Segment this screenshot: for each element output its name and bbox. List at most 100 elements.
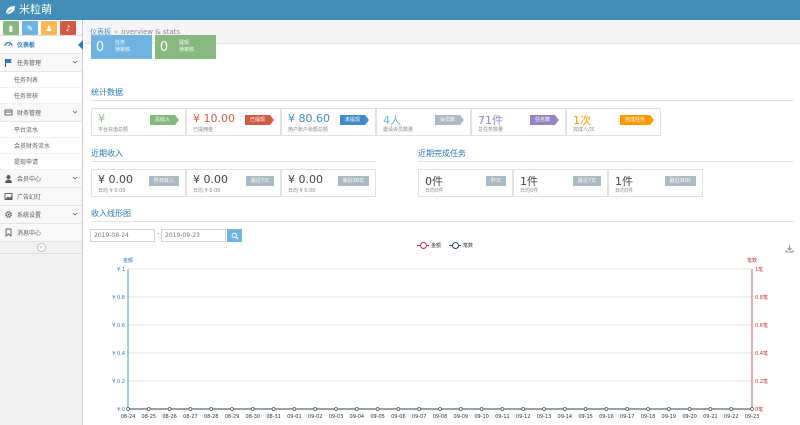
stat-label: 用户账户余额总额 [288, 127, 329, 133]
x-tick-label: 09-17 [620, 414, 635, 420]
data-point [729, 407, 733, 411]
x-tick-label: 09-07 [412, 414, 427, 420]
legend-item[interactable]: 笔数 [449, 242, 473, 249]
y-right-tick-label: 0.4笔 [755, 350, 768, 357]
search-button[interactable] [227, 229, 242, 242]
sidebar-item-tasks[interactable]: 任务管理 [0, 54, 82, 72]
tasks-section-title: 近期完成任务 [418, 149, 466, 158]
shortcut-group-button[interactable]: ♟ [41, 21, 57, 35]
data-point [750, 407, 754, 411]
chevron-down-icon [72, 110, 78, 114]
group-icon: ♟ [45, 23, 53, 33]
shortcut-edit-button[interactable]: ✎ [22, 21, 38, 35]
stat-tag: 会员数 [434, 115, 464, 125]
shortcut-settings-button[interactable]: ♪ [60, 21, 76, 35]
stat-label: 日均0件 [425, 188, 444, 194]
stat-value: ¥ 0.00 [288, 173, 323, 186]
stat-card: ¥ 0.00 日均 ¥ 0.00 最近30日 [281, 169, 376, 197]
sidebar-nav: 仪表板 任务管理 任务列表 任务审核 财务管理 平台流水 会员财务流水 提现申请… [0, 36, 83, 242]
sidebar-item-label: 任务列表 [14, 77, 39, 84]
shortcut-chart-button[interactable]: ▮ [3, 21, 19, 35]
stat-label: 日均 ¥ 0.00 [193, 188, 221, 194]
sidebar-item-dashboard[interactable]: 仪表板 [0, 36, 83, 54]
tag-arrow [270, 115, 274, 125]
data-point [708, 407, 713, 411]
x-tick-label: 08-28 [204, 414, 219, 420]
data-point [396, 407, 401, 411]
data-point [417, 407, 421, 411]
stat-value: ¥ [98, 112, 105, 125]
stat-tag: 未提现 [339, 115, 369, 125]
sidebar-item-ads[interactable]: 广告幻灯 [0, 188, 82, 206]
chart-legend: 金额 笔数 [417, 242, 473, 249]
data-point [687, 407, 692, 411]
end-date-input[interactable]: 2019-09-23 [161, 229, 226, 242]
y-left-tick-label: ¥ 0.6 [112, 323, 125, 329]
brand[interactable]: 米粒萌 [4, 2, 52, 18]
top-navbar: 米粒萌 [0, 0, 800, 20]
sidebar-item-label: 广告幻灯 [17, 194, 42, 201]
chart-icon: ▮ [8, 23, 14, 33]
chevron-down-icon [72, 212, 78, 216]
legend-item[interactable]: 金额 [417, 242, 441, 249]
flag-icon [4, 58, 13, 67]
sidebar-item-members[interactable]: 会员中心 [0, 170, 82, 188]
data-point [292, 407, 297, 411]
stat-tag: 最近7日 [245, 176, 274, 186]
x-tick-label: 09-05 [370, 414, 385, 420]
data-point [188, 407, 193, 411]
picture-icon [4, 192, 13, 201]
x-tick-label: 08-24 [121, 414, 136, 420]
x-tick-label: 08-26 [162, 414, 177, 420]
chart-section-title: 收入线形图 [91, 209, 131, 218]
collapse-sidebar-button[interactable]: « [36, 243, 46, 252]
sidebar-item-withdraw[interactable]: 提现申请 [0, 154, 82, 170]
gear-icon [4, 210, 13, 219]
search-icon [231, 232, 239, 240]
start-date-input[interactable]: 2019-08-24 [90, 229, 155, 242]
data-point [126, 407, 130, 411]
sidebar-item-settings[interactable]: 系统设置 [0, 206, 82, 224]
sidebar-item-label: 会员中心 [17, 176, 42, 183]
stat-card: 71件 总任务数量 任务数 [471, 108, 566, 136]
x-tick-label: 09-08 [433, 414, 448, 420]
sidebar-item-messages[interactable]: 消息中心 [0, 224, 82, 242]
sidebar-item-task-review[interactable]: 任务审核 [0, 88, 82, 104]
y-left-axis-title: 金额 [123, 257, 133, 264]
stat-tag: 昨日收入 [148, 176, 179, 186]
date-range-separator: - [157, 230, 160, 237]
stat-card: ¥ 80.60 用户账户余额总额 未提现 [281, 108, 376, 136]
x-tick-label: 09-09 [454, 414, 469, 420]
data-point [147, 407, 151, 411]
x-tick-label: 09-01 [287, 414, 302, 420]
tag-arrow [460, 115, 464, 125]
data-point [209, 407, 213, 411]
sidebar-item-platform-flow[interactable]: 平台流水 [0, 122, 82, 138]
data-point [500, 407, 505, 411]
sidebar-item-task-list[interactable]: 任务列表 [0, 72, 82, 88]
stat-tag: 最近30日 [337, 176, 369, 186]
tile-sublabel: 待审核 [115, 47, 131, 53]
data-point [375, 407, 380, 411]
x-tick-label: 08-31 [266, 414, 281, 420]
stat-card: 4人 邀请会员数量 会员数 [376, 108, 471, 136]
stat-label: 平台充值总额 [98, 127, 129, 133]
y-left-tick-label: ¥ 0 [117, 407, 125, 413]
y-right-tick-label: 0.6笔 [755, 322, 768, 329]
legend-label: 笔数 [463, 243, 474, 249]
sidebar-item-member-flow[interactable]: 会员财务流水 [0, 138, 82, 154]
tile-count: 0 [95, 39, 105, 55]
pending-withdraw-tile[interactable]: 0 提现 待审核 [155, 35, 216, 59]
y-right-axis-title: 笔数 [747, 257, 757, 264]
dashboard-icon [4, 40, 13, 49]
stat-card: 1件 日均0件 最近30日 [608, 169, 703, 197]
x-tick-label: 09-22 [724, 414, 739, 420]
sidebar-item-finance[interactable]: 财务管理 [0, 104, 82, 122]
stat-card: ¥ 0.00 日均 ¥ 0.00 昨日收入 [91, 169, 186, 197]
pending-tasks-tile[interactable]: 0 任务 待审核 [91, 35, 152, 59]
stat-card: ¥ 平台充值总额 总收入 [91, 108, 186, 136]
user-icon [4, 174, 13, 183]
x-tick-label: 09-04 [350, 414, 365, 420]
x-tick-label: 08-30 [246, 414, 261, 420]
sidebar: ▮ ✎ ♟ ♪ 仪表板 任务管理 任务列表 任务审核 财务管理 平台流水 会员财… [0, 20, 83, 425]
